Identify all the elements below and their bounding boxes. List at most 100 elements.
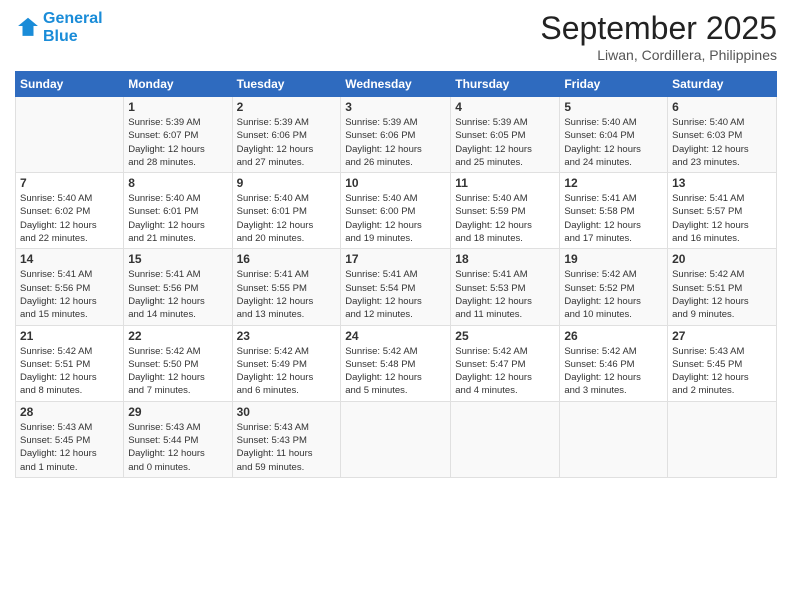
calendar-cell: [341, 401, 451, 477]
calendar-cell: 6 Sunrise: 5:40 AM Sunset: 6:03 PM Daylig…: [668, 97, 777, 173]
day-info: Sunrise: 5:41 AM Sunset: 5:57 PM Dayligh…: [672, 192, 772, 245]
day-info: Sunrise: 5:40 AM Sunset: 5:59 PM Dayligh…: [455, 192, 555, 245]
day-info: Sunrise: 5:40 AM Sunset: 6:03 PM Dayligh…: [672, 116, 772, 169]
day-info: Sunrise: 5:39 AM Sunset: 6:06 PM Dayligh…: [237, 116, 337, 169]
day-number: 20: [672, 252, 772, 266]
calendar-cell: 13 Sunrise: 5:41 AM Sunset: 5:57 PM Dayli…: [668, 173, 777, 249]
col-friday: Friday: [560, 72, 668, 97]
day-number: 7: [20, 176, 119, 190]
day-number: 1: [128, 100, 227, 114]
calendar-cell: 24 Sunrise: 5:42 AM Sunset: 5:48 PM Dayli…: [341, 325, 451, 401]
day-number: 9: [237, 176, 337, 190]
day-info: Sunrise: 5:43 AM Sunset: 5:45 PM Dayligh…: [20, 421, 119, 474]
day-number: 25: [455, 329, 555, 343]
calendar-week-5: 28 Sunrise: 5:43 AM Sunset: 5:45 PM Dayli…: [16, 401, 777, 477]
logo-line2: Blue: [43, 28, 103, 46]
day-number: 13: [672, 176, 772, 190]
calendar-cell: 10Sunrise: 5:40 AM Sunset: 6:00 PM Dayli…: [341, 173, 451, 249]
day-number: 17: [345, 252, 446, 266]
col-tuesday: Tuesday: [232, 72, 341, 97]
day-info: Sunrise: 5:42 AM Sunset: 5:46 PM Dayligh…: [564, 345, 663, 398]
day-number: 8: [128, 176, 227, 190]
calendar-cell: 1 Sunrise: 5:39 AM Sunset: 6:07 PM Daylig…: [124, 97, 232, 173]
calendar-cell: 8 Sunrise: 5:40 AM Sunset: 6:01 PM Daylig…: [124, 173, 232, 249]
calendar-cell: 17 Sunrise: 5:41 AM Sunset: 5:54 PM Dayli…: [341, 249, 451, 325]
day-info: Sunrise: 5:42 AM Sunset: 5:48 PM Dayligh…: [345, 345, 446, 398]
calendar-week-3: 14 Sunrise: 5:41 AM Sunset: 5:56 PM Dayli…: [16, 249, 777, 325]
calendar-cell: 23Sunrise: 5:42 AM Sunset: 5:49 PM Dayli…: [232, 325, 341, 401]
calendar-cell: 28 Sunrise: 5:43 AM Sunset: 5:45 PM Dayli…: [16, 401, 124, 477]
logo-icon: [17, 15, 39, 37]
calendar-cell: [451, 401, 560, 477]
day-number: 24: [345, 329, 446, 343]
calendar-cell: [668, 401, 777, 477]
calendar-table: Sunday Monday Tuesday Wednesday Thursday…: [15, 71, 777, 478]
day-info: Sunrise: 5:39 AM Sunset: 6:06 PM Dayligh…: [345, 116, 446, 169]
calendar-cell: 4Sunrise: 5:39 AM Sunset: 6:05 PM Daylig…: [451, 97, 560, 173]
col-wednesday: Wednesday: [341, 72, 451, 97]
header: General Blue September 2025 Liwan, Cordi…: [15, 10, 777, 63]
day-info: Sunrise: 5:40 AM Sunset: 6:04 PM Dayligh…: [564, 116, 663, 169]
day-number: 11: [455, 176, 555, 190]
calendar-cell: [16, 97, 124, 173]
day-info: Sunrise: 5:40 AM Sunset: 6:01 PM Dayligh…: [237, 192, 337, 245]
calendar-cell: 22Sunrise: 5:42 AM Sunset: 5:50 PM Dayli…: [124, 325, 232, 401]
day-info: Sunrise: 5:43 AM Sunset: 5:45 PM Dayligh…: [672, 345, 772, 398]
day-info: Sunrise: 5:41 AM Sunset: 5:53 PM Dayligh…: [455, 268, 555, 321]
logo-line1: General: [43, 10, 103, 28]
day-number: 6: [672, 100, 772, 114]
calendar-cell: 19Sunrise: 5:42 AM Sunset: 5:52 PM Dayli…: [560, 249, 668, 325]
day-number: 12: [564, 176, 663, 190]
day-info: Sunrise: 5:39 AM Sunset: 6:07 PM Dayligh…: [128, 116, 227, 169]
day-number: 21: [20, 329, 119, 343]
location: Liwan, Cordillera, Philippines: [540, 47, 777, 63]
logo: General Blue: [15, 10, 103, 46]
day-info: Sunrise: 5:43 AM Sunset: 5:43 PM Dayligh…: [237, 421, 337, 474]
calendar-cell: 14Sunrise: 5:41 AM Sunset: 5:56 PM Dayli…: [16, 249, 124, 325]
calendar-cell: 26 Sunrise: 5:42 AM Sunset: 5:46 PM Dayli…: [560, 325, 668, 401]
calendar-cell: 16Sunrise: 5:41 AM Sunset: 5:55 PM Dayli…: [232, 249, 341, 325]
day-number: 30: [237, 405, 337, 419]
day-info: Sunrise: 5:41 AM Sunset: 5:54 PM Dayligh…: [345, 268, 446, 321]
calendar-week-1: 1 Sunrise: 5:39 AM Sunset: 6:07 PM Daylig…: [16, 97, 777, 173]
calendar-cell: 2Sunrise: 5:39 AM Sunset: 6:06 PM Daylig…: [232, 97, 341, 173]
col-monday: Monday: [124, 72, 232, 97]
calendar-week-4: 21 Sunrise: 5:42 AM Sunset: 5:51 PM Dayli…: [16, 325, 777, 401]
day-number: 15: [128, 252, 227, 266]
col-thursday: Thursday: [451, 72, 560, 97]
day-info: Sunrise: 5:43 AM Sunset: 5:44 PM Dayligh…: [128, 421, 227, 474]
calendar-cell: 25 Sunrise: 5:42 AM Sunset: 5:47 PM Dayli…: [451, 325, 560, 401]
calendar-cell: 9 Sunrise: 5:40 AM Sunset: 6:01 PM Daylig…: [232, 173, 341, 249]
month-title: September 2025: [540, 10, 777, 47]
calendar-week-2: 7 Sunrise: 5:40 AM Sunset: 6:02 PM Daylig…: [16, 173, 777, 249]
day-info: Sunrise: 5:41 AM Sunset: 5:56 PM Dayligh…: [128, 268, 227, 321]
day-number: 18: [455, 252, 555, 266]
calendar-cell: [560, 401, 668, 477]
calendar-cell: 5 Sunrise: 5:40 AM Sunset: 6:04 PM Daylig…: [560, 97, 668, 173]
col-sunday: Sunday: [16, 72, 124, 97]
calendar-cell: 21 Sunrise: 5:42 AM Sunset: 5:51 PM Dayli…: [16, 325, 124, 401]
day-number: 27: [672, 329, 772, 343]
day-number: 5: [564, 100, 663, 114]
calendar-cell: 30 Sunrise: 5:43 AM Sunset: 5:43 PM Dayli…: [232, 401, 341, 477]
day-number: 19: [564, 252, 663, 266]
day-number: 28: [20, 405, 119, 419]
calendar-cell: 29 Sunrise: 5:43 AM Sunset: 5:44 PM Dayli…: [124, 401, 232, 477]
calendar-cell: 12 Sunrise: 5:41 AM Sunset: 5:58 PM Dayli…: [560, 173, 668, 249]
day-info: Sunrise: 5:41 AM Sunset: 5:58 PM Dayligh…: [564, 192, 663, 245]
day-info: Sunrise: 5:40 AM Sunset: 6:00 PM Dayligh…: [345, 192, 446, 245]
day-info: Sunrise: 5:39 AM Sunset: 6:05 PM Dayligh…: [455, 116, 555, 169]
day-number: 14: [20, 252, 119, 266]
day-info: Sunrise: 5:40 AM Sunset: 6:02 PM Dayligh…: [20, 192, 119, 245]
day-info: Sunrise: 5:42 AM Sunset: 5:49 PM Dayligh…: [237, 345, 337, 398]
day-info: Sunrise: 5:40 AM Sunset: 6:01 PM Dayligh…: [128, 192, 227, 245]
day-number: 26: [564, 329, 663, 343]
day-info: Sunrise: 5:42 AM Sunset: 5:51 PM Dayligh…: [672, 268, 772, 321]
day-info: Sunrise: 5:42 AM Sunset: 5:51 PM Dayligh…: [20, 345, 119, 398]
day-number: 16: [237, 252, 337, 266]
day-number: 29: [128, 405, 227, 419]
day-info: Sunrise: 5:42 AM Sunset: 5:50 PM Dayligh…: [128, 345, 227, 398]
calendar-cell: 15 Sunrise: 5:41 AM Sunset: 5:56 PM Dayli…: [124, 249, 232, 325]
day-info: Sunrise: 5:42 AM Sunset: 5:47 PM Dayligh…: [455, 345, 555, 398]
day-number: 3: [345, 100, 446, 114]
